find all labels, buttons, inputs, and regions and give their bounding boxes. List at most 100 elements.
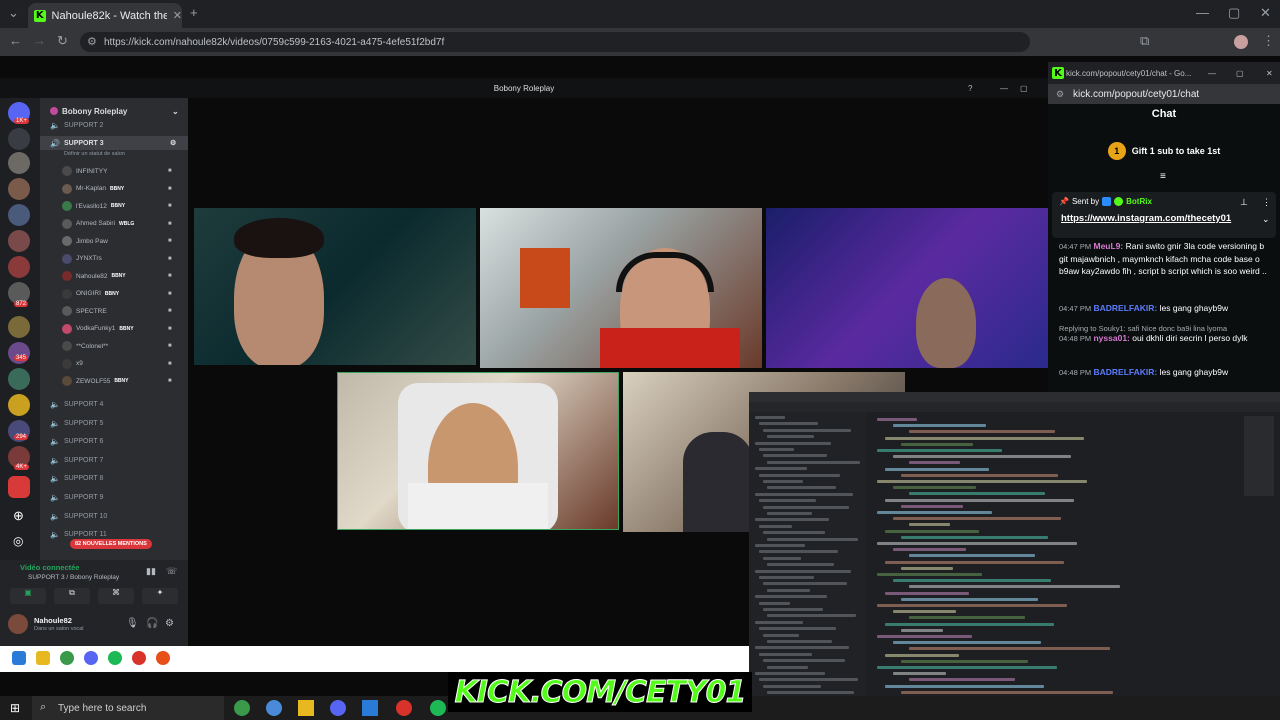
voice-user-item[interactable]: **Colonel** ■ bbox=[62, 339, 172, 353]
file-tree-item[interactable] bbox=[763, 659, 845, 663]
file-tree-item[interactable] bbox=[759, 473, 840, 477]
discord-maximize-icon[interactable]: ▢ bbox=[1020, 84, 1028, 93]
file-tree-item[interactable] bbox=[755, 646, 849, 650]
taskbar-game-icon[interactable] bbox=[396, 700, 412, 716]
voice-channel-item[interactable]: 🔈 SUPPORT 5 bbox=[40, 416, 188, 430]
game-app-icon[interactable] bbox=[156, 651, 170, 665]
server-icon[interactable] bbox=[8, 394, 30, 416]
video-feed[interactable] bbox=[337, 372, 619, 530]
voice-user-item[interactable]: l'Evasllo12 BBNY ■ bbox=[62, 199, 172, 213]
voice-channel-item[interactable]: 🔈 SUPPORT 4 bbox=[40, 397, 188, 411]
voice-channel-item[interactable]: 🔈 SUPPORT 7 bbox=[40, 453, 188, 467]
server-icon[interactable] bbox=[8, 230, 30, 252]
file-tree-item[interactable] bbox=[759, 524, 792, 528]
windows-app-icon[interactable] bbox=[12, 651, 26, 665]
file-tree-item[interactable] bbox=[767, 512, 812, 515]
file-tree-item[interactable] bbox=[763, 556, 801, 560]
server-icon[interactable] bbox=[8, 368, 30, 390]
address-bar[interactable]: ⚙ https://kick.com/nahoule82k/videos/075… bbox=[80, 32, 1030, 52]
voice-channel-item[interactable]: 🔈 SUPPORT 8 bbox=[40, 471, 188, 485]
server-icon[interactable] bbox=[8, 256, 30, 278]
video-feed[interactable] bbox=[766, 208, 1048, 368]
pinned-link[interactable]: https://www.instagram.com/thecety01 bbox=[1061, 213, 1231, 224]
voice-channel-item[interactable]: 🔈 SUPPORT 9 bbox=[40, 490, 188, 504]
file-tree-item[interactable] bbox=[763, 428, 851, 432]
channel-status[interactable]: Définir un statut de salon bbox=[64, 151, 125, 157]
code-editor-window[interactable] bbox=[749, 392, 1280, 704]
taskbar-chrome-icon[interactable] bbox=[234, 700, 250, 716]
media-app-icon[interactable] bbox=[132, 651, 146, 665]
microphone-icon[interactable]: 🎙 bbox=[126, 618, 139, 629]
chevron-down-icon[interactable]: ⌄ bbox=[172, 107, 179, 116]
file-tree-item[interactable] bbox=[767, 665, 808, 669]
chat-close-icon[interactable]: ✕ bbox=[1266, 69, 1273, 78]
chat-message[interactable]: 04:47 PM MeuL9: Rani swito gnir 3la code… bbox=[1059, 240, 1273, 277]
voice-user-item[interactable]: SPECTRE ■ bbox=[62, 304, 172, 318]
screen-share-button[interactable]: ⧉ bbox=[54, 588, 90, 604]
file-tree-item[interactable] bbox=[755, 518, 829, 522]
explore-servers-icon[interactable]: ◎ bbox=[13, 534, 23, 548]
file-tree-item[interactable] bbox=[763, 582, 847, 586]
chat-address-bar[interactable]: ⚙ kick.com/popout/cety01/chat bbox=[1048, 84, 1280, 104]
file-tree-item[interactable] bbox=[755, 467, 807, 471]
soundboard-button[interactable]: ✦ bbox=[142, 588, 178, 604]
taskbar-chrome-icon[interactable] bbox=[266, 700, 282, 716]
file-tree-item[interactable] bbox=[759, 678, 858, 682]
file-tree-item[interactable] bbox=[763, 454, 827, 458]
server-icon[interactable] bbox=[8, 128, 30, 150]
folder-app-icon[interactable] bbox=[36, 651, 50, 665]
voice-user-item[interactable]: Nahoule82 BBNY ■ bbox=[62, 269, 172, 283]
headset-icon[interactable]: 🎧 bbox=[146, 618, 158, 629]
file-tree-item[interactable] bbox=[767, 640, 832, 643]
forward-icon[interactable]: → bbox=[33, 34, 46, 48]
file-tree-item[interactable] bbox=[767, 486, 836, 490]
file-tree-item[interactable] bbox=[759, 601, 790, 605]
filter-icon[interactable]: ≡ bbox=[1160, 171, 1166, 182]
user-avatar[interactable] bbox=[8, 614, 28, 634]
file-tree-item[interactable] bbox=[755, 492, 853, 496]
file-tree-item[interactable] bbox=[767, 614, 856, 618]
voice-user-item[interactable]: Mr-Kaplan BBNY ■ bbox=[62, 182, 172, 196]
file-tree-item[interactable] bbox=[763, 531, 825, 535]
add-server-icon[interactable]: ⊕ bbox=[13, 508, 24, 524]
file-tree-item[interactable] bbox=[759, 422, 818, 426]
message-username[interactable]: BADRELFAKIR: bbox=[1093, 303, 1157, 313]
file-tree-item[interactable] bbox=[759, 576, 814, 579]
file-tree-item[interactable] bbox=[763, 684, 821, 688]
server-name-header[interactable]: Bobony Roleplay ⌄ bbox=[40, 104, 188, 118]
help-icon[interactable]: ? bbox=[968, 84, 972, 93]
file-tree-item[interactable] bbox=[755, 544, 805, 547]
chat-message[interactable]: 04:48 PM nyssa01: oui dkhli diri secrin … bbox=[1059, 332, 1273, 345]
discord-minimize-icon[interactable]: — bbox=[1000, 84, 1008, 93]
voice-channel-item[interactable]: 🔈 SUPPORT 6 bbox=[40, 434, 188, 448]
start-icon[interactable]: ⊞ bbox=[10, 701, 20, 715]
server-icon[interactable] bbox=[8, 316, 30, 338]
chrome-app-icon[interactable] bbox=[60, 651, 74, 665]
message-username[interactable]: MeuL9: bbox=[1093, 241, 1123, 251]
tab-list-icon[interactable]: ⌄ bbox=[8, 6, 19, 20]
server-icon[interactable] bbox=[8, 178, 30, 200]
file-tree-item[interactable] bbox=[767, 537, 858, 541]
message-username[interactable]: nyssa01: bbox=[1093, 333, 1129, 343]
chat-message[interactable]: 04:48 PM BADRELFAKIR: les gang ghayb9w bbox=[1059, 366, 1273, 379]
taskbar-discord-icon[interactable] bbox=[330, 700, 346, 716]
discord-app-icon[interactable] bbox=[84, 651, 98, 665]
file-tree-item[interactable] bbox=[763, 505, 849, 509]
file-tree-item[interactable] bbox=[763, 608, 823, 611]
server-icon[interactable] bbox=[8, 476, 30, 498]
taskbar-folder-icon[interactable] bbox=[298, 700, 314, 716]
voice-channel-item[interactable]: 🔈 SUPPORT 10 bbox=[40, 509, 188, 523]
file-tree-item[interactable] bbox=[767, 588, 810, 592]
browser-tab[interactable]: K Nahoule82k - Watch the VO ✕ bbox=[28, 3, 182, 28]
profile-avatar[interactable] bbox=[1234, 35, 1248, 49]
taskbar-spotify-icon[interactable] bbox=[430, 700, 446, 716]
taskbar-vscode-icon[interactable] bbox=[362, 700, 378, 716]
file-tree-item[interactable] bbox=[759, 550, 838, 554]
voice-user-item[interactable]: Jimbo Paw ■ bbox=[62, 234, 172, 248]
video-feed[interactable] bbox=[480, 208, 762, 368]
voice-user-item[interactable]: ONIGIRI BBNY ■ bbox=[62, 287, 172, 301]
voice-channel-label[interactable]: SUPPORT 3 / Bobony Roleplay bbox=[28, 574, 119, 581]
voice-user-item[interactable]: INFINITYY ■ bbox=[62, 164, 172, 178]
voice-user-item[interactable]: Ahmed Sabiri WBLG ■ bbox=[62, 217, 172, 231]
unpin-icon[interactable]: ⊥ bbox=[1240, 197, 1248, 208]
